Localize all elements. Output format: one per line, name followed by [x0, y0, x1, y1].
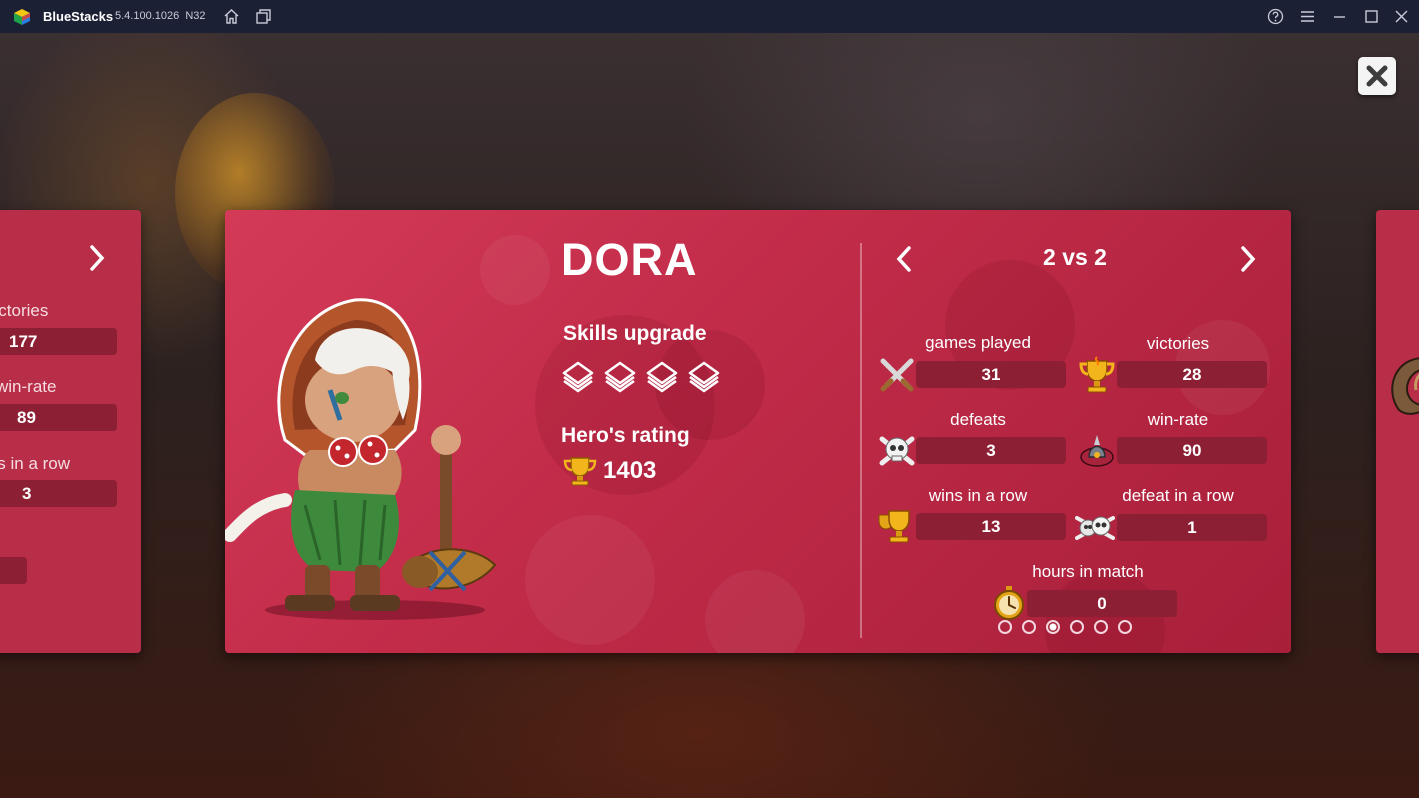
stat-label: games played — [925, 333, 1031, 352]
stat-value: 3 — [916, 437, 1066, 464]
stat-value: 90 — [1117, 437, 1267, 464]
help-icon[interactable] — [1267, 8, 1284, 25]
skill-level-icon — [562, 361, 594, 393]
chevron-right-icon[interactable] — [87, 243, 107, 273]
skull-crossbones-icon — [879, 436, 915, 466]
side-stat-label: win-rate — [0, 377, 57, 396]
page-dot[interactable] — [998, 620, 1012, 634]
menu-icon[interactable] — [1299, 8, 1316, 25]
double-skull-icon — [1075, 516, 1115, 540]
window-close-icon[interactable] — [1393, 8, 1410, 25]
skill-level-icon — [688, 361, 720, 393]
stat-label: defeat in a row — [1122, 486, 1234, 505]
side-stat-label: victories — [0, 301, 49, 320]
stopwatch-icon — [994, 586, 1024, 620]
side-stat-value: 177 — [0, 328, 117, 355]
close-stats-button[interactable] — [1358, 57, 1396, 95]
side-stat-value: 3 — [0, 480, 117, 507]
side-stat-value: 89 — [0, 404, 117, 431]
skill-upgrade-icons — [561, 360, 721, 394]
game-mode-title: 2 vs 2 — [1043, 244, 1107, 270]
helmet-emblem-icon — [1080, 435, 1114, 467]
page-indicator — [998, 620, 1132, 634]
card-divider — [860, 243, 862, 638]
stat-value: 31 — [916, 361, 1066, 388]
chevron-right-icon[interactable] — [1237, 244, 1259, 274]
next-hero-card[interactable] — [1376, 210, 1419, 653]
minimize-icon[interactable] — [1331, 8, 1348, 25]
double-trophy-icon — [878, 510, 910, 543]
page-dot-active[interactable] — [1046, 620, 1060, 634]
app-version: 5.4.100.1026 N32 — [115, 10, 206, 22]
page-dot[interactable] — [1094, 620, 1108, 634]
home-icon[interactable] — [223, 8, 240, 25]
stat-value: 28 — [1117, 361, 1267, 388]
close-x-icon — [1366, 65, 1388, 87]
stat-value: 1 — [1117, 514, 1267, 541]
side-stat-value — [0, 557, 27, 584]
page-dot[interactable] — [1022, 620, 1036, 634]
stat-label: defeats — [950, 410, 1006, 429]
stat-label: victories — [1146, 334, 1210, 353]
chevron-left-icon[interactable] — [893, 244, 915, 274]
hero-horn-art — [1391, 357, 1419, 415]
skill-level-icon — [646, 361, 678, 393]
stat-label: win-rate — [1147, 410, 1209, 429]
previous-hero-card[interactable]: victories 177 win-rate 89 defeats in a r… — [0, 210, 141, 653]
multi-instance-icon[interactable] — [255, 8, 272, 25]
hero-rating-value: 1403 — [603, 457, 657, 484]
stat-value: 13 — [916, 513, 1066, 540]
gold-trophy-icon — [563, 457, 597, 486]
app-name: BlueStacks — [43, 9, 114, 24]
hero-rating-label: Hero's rating — [561, 424, 690, 447]
hero-rating: 1403 — [563, 456, 656, 486]
side-stat-label: defeats in a row — [0, 454, 71, 473]
skill-level-icon — [604, 361, 636, 393]
bg-bubble — [705, 570, 805, 653]
page-dot[interactable] — [1070, 620, 1084, 634]
bg-bubble — [525, 515, 655, 645]
crossed-swords-icon — [880, 358, 914, 392]
window-title-bar: BlueStacks 5.4.100.1026 N32 — [0, 0, 1419, 33]
gold-trophy-icon — [1079, 356, 1115, 393]
hero-name: DORA — [561, 234, 698, 285]
hero-dora-portrait — [225, 298, 497, 620]
game-screen: victories 177 win-rate 89 defeats in a r… — [0, 33, 1419, 798]
skills-upgrade-label: Skills upgrade — [563, 322, 707, 345]
page-dot[interactable] — [1118, 620, 1132, 634]
stat-label: hours in match — [1032, 562, 1144, 581]
stat-label: wins in a row — [928, 486, 1028, 505]
hero-stats-card: DORA Skills upgrade Hero's rating 1403 2… — [225, 210, 1291, 653]
maximize-icon[interactable] — [1363, 8, 1380, 25]
stat-value: 0 — [1027, 590, 1177, 617]
bluestacks-logo-icon — [14, 9, 30, 25]
